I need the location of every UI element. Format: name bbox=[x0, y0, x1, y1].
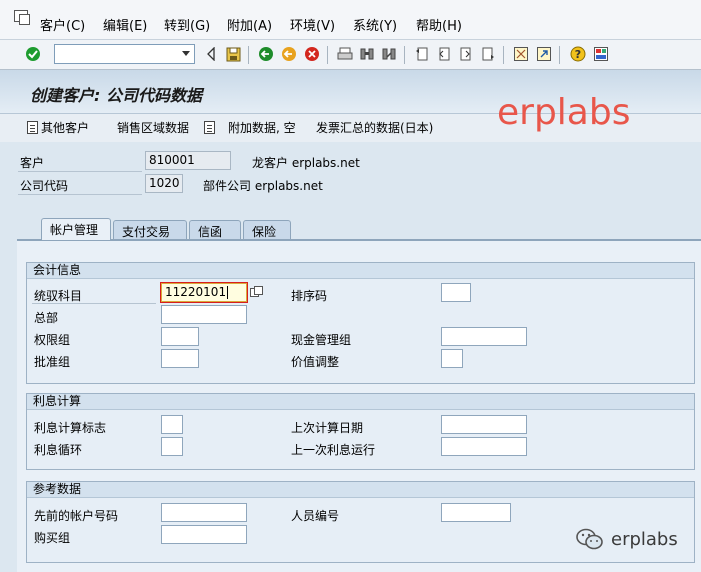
menu-extras[interactable]: 附加(A) bbox=[227, 15, 272, 34]
company-code-field[interactable]: 1020 bbox=[145, 174, 183, 193]
last-interest-run-label: 上一次利息运行 bbox=[291, 443, 376, 457]
personnel-number-label: 人员编号 bbox=[291, 509, 340, 523]
enter-icon[interactable] bbox=[24, 45, 42, 63]
interest-indicator-input[interactable] bbox=[161, 415, 183, 434]
previous-page-icon[interactable] bbox=[435, 45, 453, 63]
sort-key-label: 排序码 bbox=[291, 289, 328, 303]
tab-insurance[interactable]: 保险 bbox=[243, 220, 291, 239]
menu-edit[interactable]: 编辑(E) bbox=[103, 15, 147, 34]
group-title: 利息计算 bbox=[27, 394, 694, 410]
release-group-label: 批准组 bbox=[34, 355, 71, 369]
page-title: 创建客户: 公司代码数据 bbox=[30, 86, 202, 105]
triangle-left-icon[interactable] bbox=[202, 45, 220, 63]
toolbar-separator bbox=[248, 46, 249, 64]
sales-area-data-button[interactable]: 销售区域数据 bbox=[117, 119, 189, 136]
divider bbox=[32, 303, 156, 304]
sort-key-input[interactable] bbox=[441, 283, 471, 302]
buying-group-input[interactable] bbox=[161, 525, 247, 544]
cash-management-group-input[interactable] bbox=[441, 327, 527, 346]
previous-account-label: 先前的帐户号码 bbox=[34, 509, 119, 523]
cash-management-group-label: 现金管理组 bbox=[291, 333, 352, 347]
save-icon[interactable] bbox=[224, 45, 242, 63]
print-icon[interactable] bbox=[336, 45, 354, 63]
layout-menu-icon[interactable] bbox=[592, 45, 610, 63]
other-customer-button[interactable]: 其他客户 bbox=[27, 119, 89, 136]
chevron-down-icon[interactable] bbox=[182, 51, 190, 56]
invoice-summary-button[interactable]: 发票汇总的数据(日本) bbox=[316, 119, 433, 136]
window-menu-icon[interactable] bbox=[14, 10, 30, 25]
help-icon[interactable]: ? bbox=[569, 45, 587, 63]
find-next-icon[interactable] bbox=[380, 45, 398, 63]
last-key-date-label: 上次计算日期 bbox=[291, 421, 364, 435]
company-code-label: 公司代码 bbox=[20, 179, 69, 193]
menu-goto[interactable]: 转到(G) bbox=[164, 15, 210, 34]
standard-toolbar: ? bbox=[0, 40, 701, 70]
shortcut-icon[interactable] bbox=[535, 45, 553, 63]
command-field[interactable] bbox=[54, 44, 195, 64]
menu-customer[interactable]: 客户(C) bbox=[40, 15, 85, 34]
interest-cycle-label: 利息循环 bbox=[34, 443, 83, 457]
tab-payment-transactions[interactable]: 支付交易 bbox=[113, 220, 187, 239]
tab-correspondence[interactable]: 信函 bbox=[189, 220, 241, 239]
group-title: 会计信息 bbox=[27, 263, 694, 279]
accounting-info-group: 会计信息 bbox=[26, 262, 695, 384]
group-title: 参考数据 bbox=[27, 482, 694, 498]
document-icon bbox=[204, 121, 215, 134]
authorization-group-label: 权限组 bbox=[34, 333, 71, 347]
additional-data-button[interactable]: 附加数据, 空 bbox=[204, 119, 296, 136]
tab-account-management[interactable]: 帐户管理 bbox=[41, 218, 111, 240]
document-icon bbox=[27, 121, 38, 134]
company-name: 部件公司 erplabs.net bbox=[203, 179, 323, 193]
new-session-icon[interactable] bbox=[512, 45, 530, 63]
interest-cycle-input[interactable] bbox=[161, 437, 183, 456]
menu-bar: 客户(C) 编辑(E) 转到(G) 附加(A) 环境(V) 系统(Y) 帮助(H… bbox=[0, 0, 701, 40]
interest-indicator-label: 利息计算标志 bbox=[34, 421, 107, 435]
wechat-icon bbox=[576, 528, 603, 550]
recon-account-input[interactable]: 11220101 bbox=[160, 282, 248, 303]
last-key-date-input[interactable] bbox=[441, 415, 527, 434]
customer-number-field[interactable]: 810001 bbox=[145, 151, 231, 170]
exit-icon[interactable] bbox=[280, 45, 298, 63]
customer-label: 客户 bbox=[20, 156, 45, 170]
menu-environment[interactable]: 环境(V) bbox=[290, 15, 335, 34]
divider bbox=[18, 171, 142, 172]
toolbar-separator bbox=[503, 46, 504, 64]
release-group-input[interactable] bbox=[161, 349, 199, 368]
last-page-icon[interactable] bbox=[479, 45, 497, 63]
authorization-group-input[interactable] bbox=[161, 327, 199, 346]
find-icon[interactable] bbox=[358, 45, 376, 63]
divider bbox=[18, 194, 142, 195]
toolbar-separator bbox=[559, 46, 560, 64]
menu-system[interactable]: 系统(Y) bbox=[353, 15, 397, 34]
customer-name: 龙客户 erplabs.net bbox=[252, 156, 360, 170]
text-cursor bbox=[227, 286, 229, 299]
head-office-input[interactable] bbox=[161, 305, 247, 324]
value-adjustment-label: 价值调整 bbox=[291, 355, 340, 369]
erplabs-watermark: erplabs bbox=[497, 92, 631, 133]
toolbar-separator bbox=[404, 46, 405, 64]
previous-account-input[interactable] bbox=[161, 503, 247, 522]
toolbar-separator bbox=[327, 46, 328, 64]
personnel-number-input[interactable] bbox=[441, 503, 511, 522]
wechat-brand: erplabs bbox=[575, 527, 678, 551]
first-page-icon[interactable] bbox=[413, 45, 431, 63]
cancel-icon[interactable] bbox=[303, 45, 321, 63]
possible-entries-icon[interactable] bbox=[249, 285, 264, 299]
last-interest-run-input[interactable] bbox=[441, 437, 527, 456]
head-office-label: 总部 bbox=[34, 311, 59, 325]
svg-text:?: ? bbox=[575, 48, 581, 61]
value-adjustment-input[interactable] bbox=[441, 349, 463, 368]
back-icon[interactable] bbox=[257, 45, 275, 63]
buying-group-label: 购买组 bbox=[34, 531, 71, 545]
menu-help[interactable]: 帮助(H) bbox=[416, 15, 462, 34]
recon-account-label: 统驭科目 bbox=[34, 289, 83, 303]
next-page-icon[interactable] bbox=[457, 45, 475, 63]
